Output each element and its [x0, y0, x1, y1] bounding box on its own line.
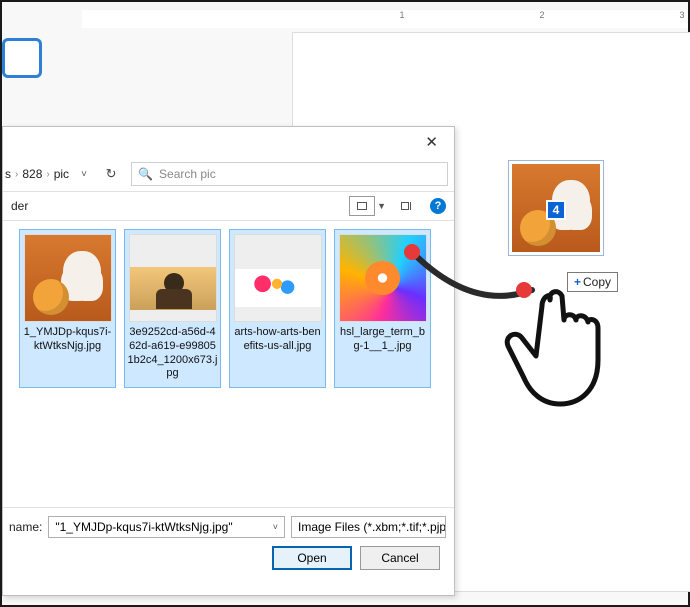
- view-mode-dropdown[interactable]: ▼: [377, 201, 386, 211]
- file-name: 3e9252cd-a56d-462d-a619-e998051b2c4_1200…: [127, 326, 218, 381]
- file-item[interactable]: hsl_large_term_bg-1__1_.jpg: [334, 229, 431, 388]
- chevron-right-icon: ›: [15, 169, 18, 180]
- file-name: hsl_large_term_bg-1__1_.jpg: [337, 326, 428, 354]
- chevron-down-icon[interactable]: ˅: [273, 522, 278, 532]
- filename-label: name:: [9, 520, 42, 534]
- filename-value: "1_YMJDp-kqus7i-ktWtksNjg.jpg": [55, 520, 232, 534]
- breadcrumb-item[interactable]: 828: [22, 167, 42, 181]
- filter-value: Image Files (*.xbm;*.tif;*.pjp;*.a: [298, 520, 446, 534]
- dialog-navbar: s › 828 › pic ˅ ↻ 🔍 Search pic: [3, 157, 454, 191]
- ruler: 1 2 3: [82, 10, 688, 28]
- dialog-toolbar: der ▼ ?: [3, 191, 454, 221]
- file-thumbnail: [24, 234, 112, 322]
- file-thumbnail: [129, 234, 217, 322]
- file-name: arts-how-arts-benefits-us-all.jpg: [232, 326, 323, 354]
- breadcrumb-item-label: s: [5, 167, 11, 181]
- file-item[interactable]: 1_YMJDp-kqus7i-ktWtksNjg.jpg: [19, 229, 116, 388]
- filename-input[interactable]: "1_YMJDp-kqus7i-ktWtksNjg.jpg" ˅: [48, 516, 285, 538]
- file-item[interactable]: arts-how-arts-benefits-us-all.jpg: [229, 229, 326, 388]
- drag-copy-tooltip: +Copy: [567, 272, 618, 292]
- file-name: 1_YMJDp-kqus7i-ktWtksNjg.jpg: [22, 326, 113, 354]
- close-icon[interactable]: ✕: [415, 131, 448, 153]
- file-item[interactable]: 3e9252cd-a56d-462d-a619-e998051b2c4_1200…: [124, 229, 221, 388]
- view-mode-button[interactable]: [349, 196, 375, 216]
- dialog-titlebar: ✕: [3, 127, 454, 157]
- preview-pane-button[interactable]: [396, 196, 420, 216]
- ruler-mark: 2: [539, 10, 544, 20]
- file-grid[interactable]: 1_YMJDp-kqus7i-ktWtksNjg.jpg 3e9252cd-a5…: [3, 221, 454, 507]
- chevron-right-icon: ›: [46, 169, 49, 180]
- organize-label[interactable]: der: [11, 199, 28, 213]
- plus-icon: +: [574, 275, 581, 289]
- search-placeholder: Search pic: [159, 167, 216, 181]
- cancel-button[interactable]: Cancel: [360, 546, 440, 570]
- ruler-mark: 3: [679, 10, 684, 20]
- file-thumbnail: [234, 234, 322, 322]
- refresh-icon[interactable]: ↻: [99, 166, 123, 182]
- drag-count-badge: 4: [546, 200, 566, 220]
- breadcrumb-item[interactable]: pic: [54, 167, 69, 181]
- file-open-dialog: ✕ s › 828 › pic ˅ ↻ 🔍 Search pic der ▼ ?…: [2, 126, 455, 596]
- help-icon[interactable]: ?: [430, 198, 446, 214]
- open-button[interactable]: Open: [272, 546, 352, 570]
- search-icon: 🔍: [138, 167, 153, 181]
- search-input[interactable]: 🔍 Search pic: [131, 162, 448, 186]
- tool-selected-shape[interactable]: [2, 38, 42, 78]
- drag-ghost-thumbnail: 4: [508, 160, 604, 256]
- breadcrumb[interactable]: s › 828 › pic: [5, 167, 69, 181]
- file-type-filter[interactable]: Image Files (*.xbm;*.tif;*.pjp;*.a ˅: [291, 516, 446, 538]
- ruler-mark: 1: [399, 10, 404, 20]
- dialog-bottom-bar: name: "1_YMJDp-kqus7i-ktWtksNjg.jpg" ˅ I…: [3, 507, 454, 576]
- file-thumbnail: [339, 234, 427, 322]
- copy-label: Copy: [583, 275, 611, 289]
- breadcrumb-dropdown[interactable]: ˅: [73, 169, 95, 180]
